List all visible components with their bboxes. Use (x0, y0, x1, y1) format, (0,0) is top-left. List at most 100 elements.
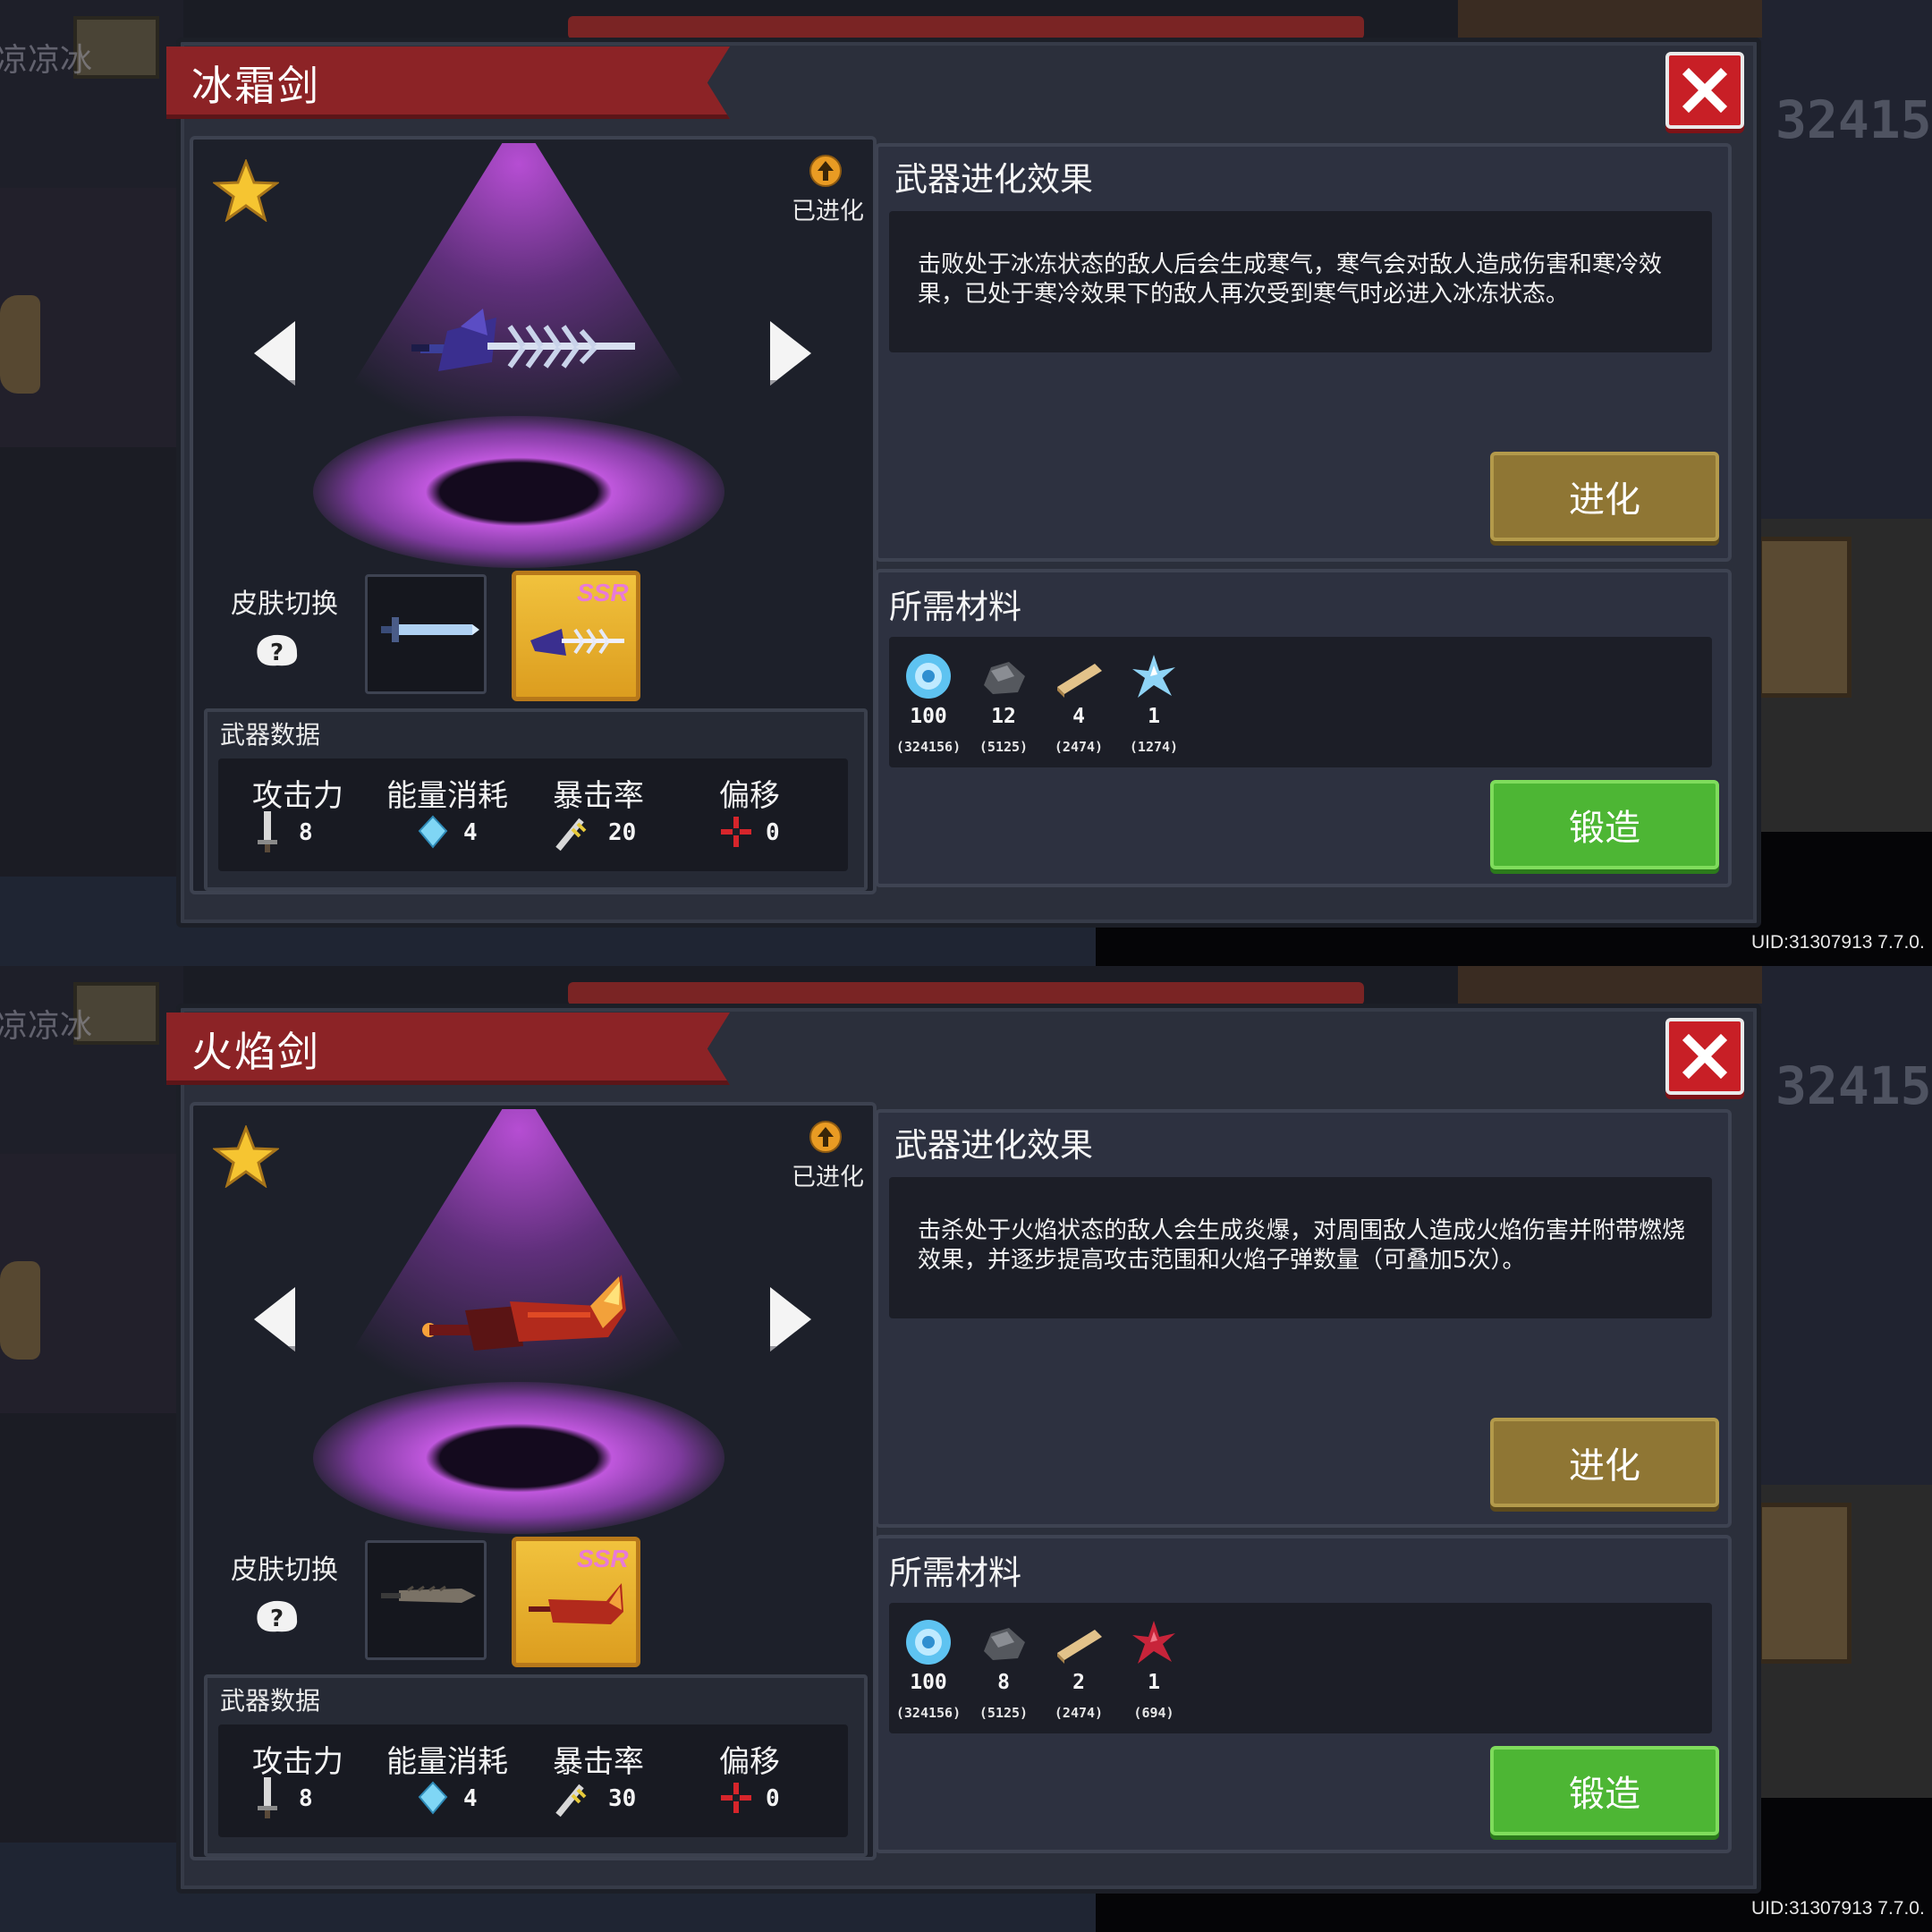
default-skin-blade-icon (381, 1585, 476, 1603)
evolve-button[interactable]: 进化 (1490, 452, 1719, 541)
close-button[interactable] (1665, 1018, 1744, 1095)
stat-energy-value: 4 (463, 1785, 478, 1812)
stat-attack-label: 攻击力 (252, 1744, 343, 1780)
favorite-star-icon[interactable] (213, 159, 279, 222)
material-count: 1 (1148, 705, 1160, 728)
ssr-badge: SSR (577, 1545, 629, 1572)
background-player-name: 凉凉冰 (0, 42, 93, 79)
stat-offset-value: 0 (766, 1785, 780, 1812)
evolution-effect-text: 击杀处于火焰状态的敌人会生成炎爆，对周围敌人造成火焰伤害并附带燃烧效果，并逐步提… (918, 1217, 1686, 1274)
skin-switch-label: 皮肤切换 (231, 1555, 338, 1586)
weapon-screen-frost: 凉凉冰 32415 冰霜剑 已进化 皮肤切换 ? SSR 武器数据 攻击力 能量… (0, 0, 1932, 966)
wood-plank-icon (1057, 1630, 1102, 1664)
prev-weapon-arrow-icon[interactable] (249, 1284, 301, 1355)
material-count: 4 (1072, 705, 1085, 728)
stat-attack-label: 攻击力 (252, 778, 343, 814)
background-top-wood (1458, 966, 1762, 1004)
pedestal-glow (313, 1382, 724, 1534)
close-button[interactable] (1665, 52, 1744, 129)
material-count: 100 (910, 1671, 947, 1694)
evolved-icon (809, 155, 842, 187)
stat-crit-label: 暴击率 (553, 778, 644, 814)
wood-plank-icon (1057, 664, 1102, 698)
iron-ore-icon (984, 662, 1025, 694)
background-currency: 32415 (1775, 1055, 1932, 1116)
material-stock: (1274) (1129, 739, 1179, 755)
svg-text:?: ? (270, 1606, 284, 1632)
materials-title: 所需材料 (889, 1554, 1021, 1592)
ssr-skin-flame-sword-icon (529, 1583, 623, 1624)
stat-crit-value: 30 (608, 1785, 637, 1812)
evolve-button[interactable]: 进化 (1490, 1418, 1719, 1507)
material-count: 8 (997, 1671, 1010, 1694)
skin-slot-ssr[interactable]: SSR (512, 1537, 640, 1667)
stat-offset-value: 0 (766, 819, 780, 846)
stats-title: 武器数据 (220, 1686, 321, 1716)
energy-crystal-icon (418, 1781, 448, 1815)
skin-slot-default[interactable] (365, 1540, 487, 1660)
blue-gem-icon (906, 1620, 951, 1665)
frost-sword-sprite (411, 309, 635, 371)
background-currency: 32415 (1775, 89, 1932, 150)
skin-help-icon[interactable]: ? (249, 630, 304, 671)
stat-crit-value: 20 (608, 819, 637, 846)
energy-crystal-icon (418, 815, 448, 849)
evolved-icon (809, 1121, 842, 1153)
evolution-effect-text: 击败处于冰冻状态的敌人后会生成寒气，寒气会对敌人造成伤害和寒冷效果，已处于寒冷效… (918, 251, 1663, 308)
background-chest (1758, 537, 1852, 698)
background-top-bar (568, 982, 1364, 1005)
next-weapon-arrow-icon[interactable] (765, 1284, 817, 1355)
iron-ore-icon (984, 1628, 1025, 1660)
weapon-screen-flame: 凉凉冰 32415 火焰剑 已进化 皮肤切换 ? SSR 武器数据 攻击力 能量… (0, 966, 1932, 1932)
forge-button[interactable]: 锻造 (1490, 780, 1719, 869)
crosshair-icon (721, 1783, 751, 1813)
stat-energy-value: 4 (463, 819, 478, 846)
stat-attack-value: 8 (299, 819, 313, 846)
stats-title: 武器数据 (220, 720, 321, 750)
material-count: 100 (910, 705, 947, 728)
stat-offset-label: 偏移 (719, 1744, 780, 1780)
material-stock: (694) (1133, 1705, 1174, 1721)
stat-offset-label: 偏移 (719, 778, 780, 814)
material-count: 1 (1148, 1671, 1160, 1694)
crit-icon (555, 818, 587, 852)
favorite-star-icon[interactable] (213, 1125, 279, 1188)
close-icon (1682, 1033, 1728, 1080)
stat-attack-value: 8 (299, 1785, 313, 1812)
crit-icon (555, 1784, 587, 1818)
flame-sword-sprite (422, 1275, 626, 1351)
red-crystal-icon (1132, 1621, 1175, 1664)
ice-crystal-icon (1132, 655, 1175, 698)
uid-label: UID:31307913 7.7.0. (1751, 932, 1925, 953)
stat-energy-label: 能量消耗 (386, 1744, 508, 1780)
prev-weapon-arrow-icon[interactable] (249, 318, 301, 389)
forge-button[interactable]: 锻造 (1490, 1746, 1719, 1835)
skin-slot-ssr[interactable]: SSR (512, 571, 640, 701)
default-skin-sword-icon (381, 617, 479, 642)
skin-switch-label: 皮肤切换 (231, 589, 338, 620)
stat-energy-label: 能量消耗 (386, 778, 508, 814)
background-player-name: 凉凉冰 (0, 1008, 93, 1045)
uid-label: UID:31307913 7.7.0. (1751, 1898, 1925, 1919)
crosshair-icon (721, 817, 751, 847)
pedestal-glow (313, 416, 724, 568)
materials-title: 所需材料 (889, 588, 1021, 626)
evolved-label: 已进化 (792, 1164, 864, 1191)
sword-icon (258, 1777, 277, 1818)
stat-crit-label: 暴击率 (553, 1744, 644, 1780)
skin-help-icon[interactable]: ? (249, 1596, 304, 1637)
evolution-effect-title: 武器进化效果 (894, 1126, 1093, 1165)
weapon-title: 火焰剑 (191, 1028, 320, 1076)
next-weapon-arrow-icon[interactable] (765, 318, 817, 389)
background-top-bar (568, 16, 1364, 39)
weapon-title: 冰霜剑 (191, 62, 320, 110)
background-top-wood (1458, 0, 1762, 38)
ssr-skin-sword-icon (530, 628, 624, 656)
background-pet (0, 1261, 40, 1360)
skin-slot-default[interactable] (365, 574, 487, 694)
material-count: 2 (1072, 1671, 1085, 1694)
background-pet (0, 295, 40, 394)
sword-icon (258, 811, 277, 852)
blue-gem-icon (906, 654, 951, 699)
close-icon (1682, 67, 1728, 114)
